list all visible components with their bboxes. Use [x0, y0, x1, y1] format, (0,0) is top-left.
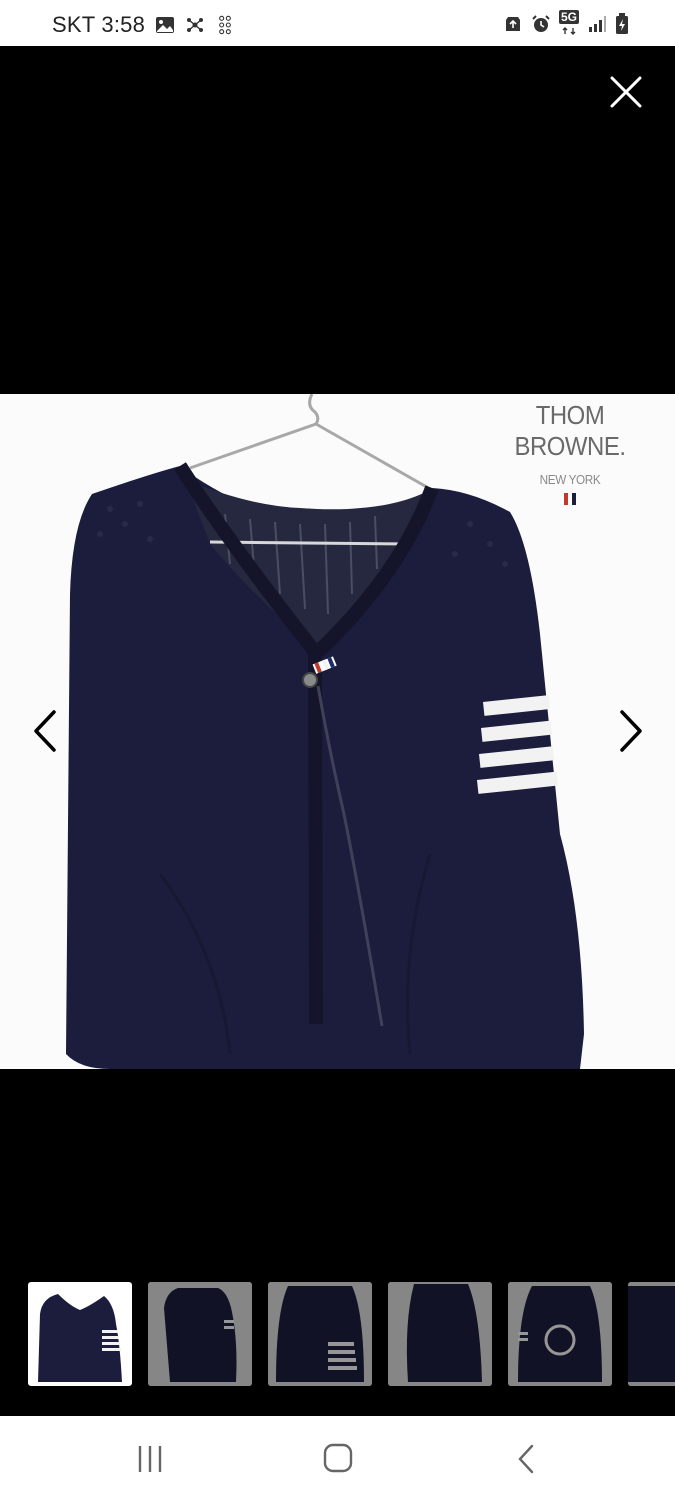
thumbnail-1[interactable]	[28, 1282, 132, 1386]
chevron-left-icon[interactable]	[26, 706, 66, 756]
chevron-right-icon[interactable]	[610, 706, 650, 756]
thumbnail-4-image	[388, 1282, 492, 1386]
product-image[interactable]: THOM BROWNE. NEW YORK	[0, 394, 675, 1069]
alarm-icon	[532, 15, 550, 32]
recycle-icon	[505, 17, 520, 31]
system-navigation-bar	[0, 1416, 675, 1500]
carrier-label: SKT	[52, 12, 96, 37]
close-icon[interactable]	[604, 70, 648, 114]
back-icon[interactable]	[508, 1442, 548, 1476]
thumbnail-5-image	[508, 1282, 612, 1386]
thumbnail-4[interactable]	[388, 1282, 492, 1386]
home-icon[interactable]	[318, 1442, 358, 1476]
brand-flag-icon	[560, 493, 580, 505]
brand-subtitle: NEW YORK	[539, 472, 601, 487]
thumbnail-3-image	[268, 1282, 372, 1386]
thumbnail-2-image	[148, 1282, 252, 1386]
status-bar: SKT 3:58 5G	[0, 0, 675, 46]
thumbnail-6-image	[628, 1282, 675, 1386]
grid-dots-icon	[219, 15, 231, 35]
thumbnail-3[interactable]	[268, 1282, 372, 1386]
status-right: 5G	[503, 10, 629, 35]
thumbnail-strip[interactable]	[0, 1282, 675, 1390]
battery-icon	[616, 13, 628, 34]
status-left: SKT 3:58	[52, 12, 235, 38]
brand-name: THOM BROWNE.	[514, 400, 626, 461]
thumbnail-5[interactable]	[508, 1282, 612, 1386]
network-type-label: 5G	[558, 10, 579, 24]
thumbnail-2[interactable]	[148, 1282, 252, 1386]
network-5g-icon: 5G	[558, 10, 579, 35]
gallery-icon	[156, 17, 175, 33]
clock-time: 3:58	[101, 12, 146, 37]
signal-icon	[589, 16, 606, 32]
brand-watermark: THOM BROWNE. NEW YORK	[470, 400, 670, 505]
recents-icon[interactable]	[130, 1442, 170, 1476]
thumbnail-6[interactable]	[628, 1282, 675, 1386]
data-arrows-icon	[562, 27, 576, 35]
thumbnail-1-image	[30, 1284, 130, 1384]
sync-icon	[187, 18, 204, 32]
